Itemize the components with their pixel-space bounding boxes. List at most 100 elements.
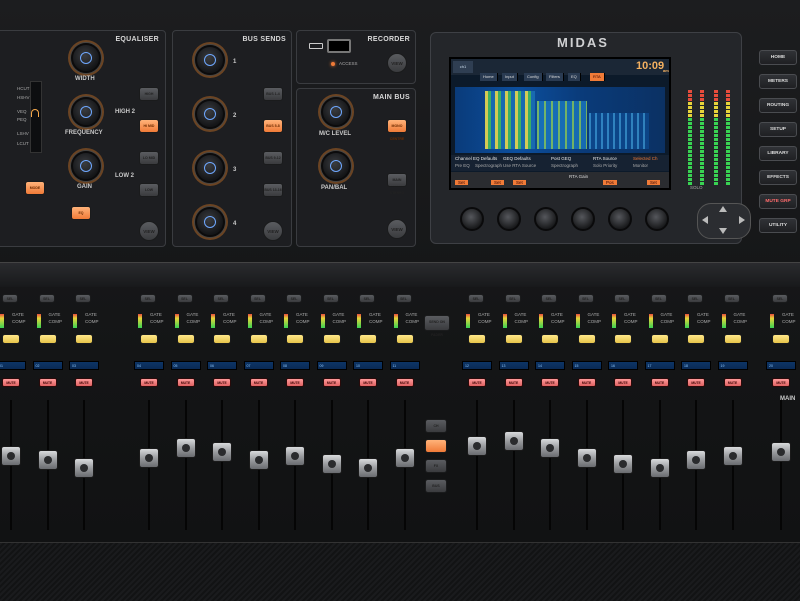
display-tab-input[interactable]: Input xyxy=(502,73,518,81)
send-on-fader-button[interactable]: SEND ON FADER xyxy=(424,315,450,337)
channel-select-button[interactable]: SEL xyxy=(577,294,594,303)
display-tab-config[interactable]: Config xyxy=(524,73,543,81)
bus-button[interactable]: BUS xyxy=(425,479,447,493)
channel-select-button[interactable]: SEL xyxy=(723,294,740,303)
equaliser-view-button[interactable]: VIEW xyxy=(139,221,159,241)
fader-knob[interactable] xyxy=(37,450,58,471)
channel-select-button[interactable]: SEL xyxy=(687,294,703,303)
fader-knob[interactable] xyxy=(285,445,305,466)
mute-button[interactable]: MUTE xyxy=(75,378,93,387)
fader-knob[interactable] xyxy=(576,448,597,468)
channel-select-button[interactable]: SEL xyxy=(286,294,302,303)
bus-5-8-button[interactable]: BUS 5-8 xyxy=(263,119,283,133)
utility-button[interactable]: UTILITY xyxy=(759,218,797,233)
width-knob[interactable] xyxy=(71,43,101,73)
recorder-view-button[interactable]: VIEW xyxy=(387,53,407,73)
channel-select-button[interactable]: SEL xyxy=(772,294,788,303)
mute-button[interactable]: MUTE xyxy=(541,378,559,387)
frequency-knob[interactable] xyxy=(71,97,101,127)
channel-select-button[interactable]: SEL xyxy=(249,294,266,303)
nav-right-icon[interactable] xyxy=(739,216,745,224)
bus-1-4-button[interactable]: BUS 1-4 xyxy=(263,87,283,101)
routing-button[interactable]: ROUTING xyxy=(759,98,797,113)
channel-select-button[interactable]: SEL xyxy=(468,294,484,303)
fader-knob[interactable] xyxy=(175,438,196,459)
channel-solo-button[interactable] xyxy=(213,334,231,344)
nav-left-icon[interactable] xyxy=(702,216,708,224)
mute-button[interactable]: MUTE xyxy=(687,378,705,387)
channel-solo-button[interactable] xyxy=(249,334,268,344)
fader-knob[interactable] xyxy=(503,431,524,452)
fader-knob[interactable] xyxy=(212,442,232,462)
gain-knob[interactable] xyxy=(71,151,101,181)
encoder-5[interactable] xyxy=(608,207,632,231)
channel-solo-button[interactable] xyxy=(577,334,596,344)
channel-solo-button[interactable] xyxy=(286,334,304,344)
usb-port[interactable] xyxy=(327,39,351,53)
fader-knob[interactable] xyxy=(358,457,378,478)
eq-mode-button[interactable]: MODE xyxy=(25,181,45,195)
fader-knob[interactable] xyxy=(686,450,706,471)
soft-key-1[interactable]: Set xyxy=(491,180,504,185)
soft-key-3[interactable]: RTA Gain xyxy=(569,174,588,179)
channel-select-button[interactable]: SEL xyxy=(650,294,667,303)
display-tab-filters[interactable]: Filters xyxy=(546,73,564,81)
low-button[interactable]: LOW xyxy=(139,183,159,197)
channel-solo-button[interactable] xyxy=(468,334,486,344)
mute-button[interactable]: MUTE xyxy=(140,378,158,387)
display-tab-rta[interactable]: RTA xyxy=(590,73,605,81)
encoder-4[interactable] xyxy=(571,207,595,231)
encoder-1[interactable] xyxy=(460,207,484,231)
mute-button[interactable]: MUTE xyxy=(249,378,268,387)
mute-button[interactable]: MUTE xyxy=(650,378,669,387)
channel-solo-button[interactable] xyxy=(614,334,632,344)
channel-solo-button[interactable] xyxy=(541,334,559,344)
mute-button[interactable]: MUTE xyxy=(395,378,414,387)
channel-select-button[interactable]: SEL xyxy=(75,294,91,303)
check-label-2[interactable]: Use RTA Source xyxy=(503,163,536,168)
high-button[interactable]: HIGH xyxy=(139,87,159,101)
soft-key-4[interactable]: Pos xyxy=(603,180,617,185)
bus-13-16-button[interactable]: BUS 13-16 xyxy=(263,183,283,197)
mute-button[interactable]: MUTE xyxy=(614,378,632,387)
mono-centre-button[interactable]: MONO CENTRE xyxy=(387,119,407,141)
mc-level-knob[interactable] xyxy=(321,97,351,127)
encoder-3[interactable] xyxy=(534,207,558,231)
check-label-3[interactable]: Spectrograph xyxy=(551,163,578,168)
fader-knob[interactable] xyxy=(613,454,633,474)
check-label-5[interactable]: Monitor xyxy=(633,163,648,168)
mute-button[interactable]: MUTE xyxy=(213,378,231,387)
home-button[interactable]: HOME xyxy=(759,50,797,65)
fader-knob[interactable] xyxy=(394,448,415,468)
check-label-1[interactable]: Spectrograph xyxy=(475,163,502,168)
fader-knob[interactable] xyxy=(649,457,670,478)
channel-select-button[interactable]: SEL xyxy=(614,294,630,303)
encoder-2[interactable] xyxy=(497,207,521,231)
fader-knob[interactable] xyxy=(1,445,21,466)
fader-knob[interactable] xyxy=(321,454,342,474)
mute-button[interactable]: MUTE xyxy=(504,378,523,387)
mute-button[interactable]: MUTE xyxy=(286,378,304,387)
ch-select-button[interactable] xyxy=(425,439,447,453)
check-label-4[interactable]: Solo Priority xyxy=(593,163,617,168)
encoder-6[interactable] xyxy=(645,207,669,231)
setup-button[interactable]: SETUP xyxy=(759,122,797,137)
channel-solo-button[interactable] xyxy=(687,334,705,344)
channel-solo-button[interactable] xyxy=(504,334,523,344)
channel-solo-button[interactable] xyxy=(38,334,57,344)
mute-button[interactable]: MUTE xyxy=(176,378,195,387)
channel-select-button[interactable]: SEL xyxy=(140,294,156,303)
nav-down-icon[interactable] xyxy=(719,228,727,234)
channel-select-button[interactable]: SEL xyxy=(359,294,375,303)
mute-grp-button[interactable]: MUTE GRP xyxy=(759,194,797,209)
soft-key-5[interactable]: Set xyxy=(647,180,660,185)
meters-button[interactable]: METERS xyxy=(759,74,797,89)
bus-9-12-button[interactable]: BUS 9-12 xyxy=(263,151,283,165)
channel-solo-button[interactable] xyxy=(650,334,669,344)
mute-button[interactable]: MUTE xyxy=(772,378,790,387)
soft-key-2[interactable]: Set xyxy=(513,180,526,185)
bus-send-4-knob[interactable] xyxy=(195,207,225,237)
channel-select-button[interactable]: SEL xyxy=(395,294,412,303)
library-button[interactable]: LIBRARY xyxy=(759,146,797,161)
fader-knob[interactable] xyxy=(248,450,269,471)
